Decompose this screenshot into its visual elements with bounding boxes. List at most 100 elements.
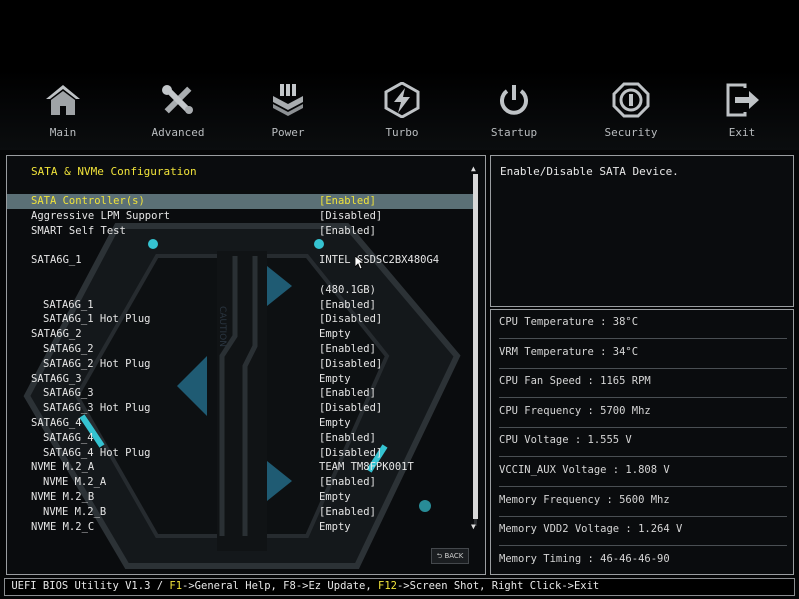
setting-row[interactable]: SATA6G_1 INTEL SSDSC2BX480G4 bbox=[7, 253, 477, 268]
f1-key-hint[interactable]: F1 bbox=[169, 580, 182, 592]
setting-value[interactable]: [Enabled] bbox=[319, 224, 376, 239]
nav-advanced[interactable]: Advanced bbox=[128, 78, 228, 144]
setting-label: SATA6G_1 bbox=[31, 254, 82, 267]
hw-memory-frequency: Memory Frequency : 5600 Mhz bbox=[499, 490, 787, 517]
setting-value[interactable]: [Enabled] bbox=[319, 386, 376, 401]
setting-value[interactable]: [Disabled] bbox=[319, 357, 382, 372]
hw-cpu-fan-speed: CPU Fan Speed : 1165 RPM bbox=[499, 371, 787, 398]
setting-value: Empty bbox=[319, 490, 351, 503]
setting-row[interactable]: NVME M.2_A TEAM TM8FPK001T bbox=[7, 460, 477, 475]
nav-security[interactable]: Security bbox=[581, 78, 681, 144]
setting-label: Aggressive LPM Support bbox=[31, 209, 171, 222]
setting-row[interactable]: SATA6G_4 Hot Plug [Disabled] bbox=[7, 446, 477, 461]
hw-memory-vdd2-voltage: Memory VDD2 Voltage : 1.264 V bbox=[499, 519, 787, 546]
back-button[interactable]: ⮌ BACK bbox=[431, 548, 469, 564]
status-bar: UEFI BIOS Utility V1.3 / F1->General Hel… bbox=[4, 578, 795, 596]
nav-label-advanced: Advanced bbox=[151, 126, 205, 139]
setting-row[interactable]: SATA6G_4 [Enabled] bbox=[7, 431, 477, 446]
setting-row[interactable]: SATA6G_4 Empty bbox=[7, 416, 477, 431]
power-chip-icon bbox=[273, 84, 303, 116]
settings-panel: CAUTION SATA & NVMe Configuration SATA C… bbox=[6, 155, 486, 575]
setting-value: Empty bbox=[319, 328, 351, 341]
setting-row[interactable]: NVME M.2_C Empty bbox=[7, 520, 477, 535]
setting-row[interactable]: SATA6G_2 [Enabled] bbox=[7, 342, 477, 357]
scroll-up-arrow-icon[interactable]: ▲ bbox=[471, 164, 476, 173]
setting-row[interactable]: NVME M.2_A [Enabled] bbox=[7, 475, 477, 490]
setting-label: NVME M.2_A bbox=[31, 461, 95, 474]
setting-value[interactable]: [Disabled] bbox=[319, 312, 382, 327]
setting-label: SATA6G_1 Hot Plug bbox=[43, 313, 151, 326]
setting-label: NVME M.2_A bbox=[43, 476, 107, 489]
setting-value[interactable]: [Enabled] bbox=[319, 194, 376, 209]
setting-row[interactable]: SMART Self Test [Enabled] bbox=[7, 224, 477, 239]
nav-power[interactable]: Power bbox=[238, 78, 338, 144]
hw-memory-timing: Memory Timing : 46-46-46-90 bbox=[499, 553, 670, 565]
setting-row[interactable]: NVME M.2_B [Enabled] bbox=[7, 505, 477, 520]
nav-label-main: Main bbox=[49, 126, 77, 139]
f12-key-hint[interactable]: F12 bbox=[378, 580, 397, 592]
help-panel: Enable/Disable SATA Device. bbox=[490, 155, 794, 307]
nav-startup[interactable]: Startup bbox=[464, 78, 564, 144]
setting-label: NVME M.2_B bbox=[31, 490, 95, 503]
setting-value: INTEL SSDSC2BX480G4 bbox=[319, 254, 440, 267]
setting-label: SATA6G_2 bbox=[43, 342, 94, 355]
hw-cpu-temperature: CPU Temperature : 38°C bbox=[499, 312, 787, 339]
setting-value[interactable]: [Disabled] bbox=[319, 401, 382, 416]
setting-label: SATA6G_3 bbox=[31, 372, 82, 385]
setting-row[interactable]: SATA Controller(s) [Enabled] bbox=[7, 194, 477, 209]
setting-row[interactable]: SATA6G_2 Empty bbox=[7, 327, 477, 342]
hw-vccin-aux-voltage: VCCIN_AUX Voltage : 1.808 V bbox=[499, 460, 787, 487]
setting-row[interactable]: SATA6G_3 [Enabled] bbox=[7, 386, 477, 401]
setting-label: SMART Self Test bbox=[31, 224, 126, 237]
setting-row[interactable]: SATA6G_3 Empty bbox=[7, 372, 477, 387]
main-navigation: Main Advanced Power Turbo Startup Securi… bbox=[0, 78, 799, 148]
power-button-icon bbox=[500, 85, 528, 115]
setting-value: Empty bbox=[319, 372, 351, 385]
nav-exit[interactable]: Exit bbox=[692, 78, 792, 144]
setting-label: NVME M.2_C bbox=[31, 520, 95, 533]
scroll-down-arrow-icon[interactable]: ▼ bbox=[471, 522, 476, 531]
back-label: BACK bbox=[444, 552, 464, 560]
setting-label: SATA6G_1 bbox=[43, 298, 94, 311]
setting-value[interactable]: [Enabled] bbox=[319, 431, 376, 446]
setting-row[interactable]: SATA6G_1 Hot Plug [Disabled] bbox=[7, 312, 477, 327]
shield-icon bbox=[612, 82, 650, 118]
home-icon bbox=[46, 85, 80, 115]
exit-icon bbox=[726, 83, 759, 117]
setting-label: SATA6G_3 Hot Plug bbox=[43, 402, 151, 415]
scrollbar-thumb[interactable] bbox=[473, 174, 478, 519]
back-arrow-icon: ⮌ bbox=[436, 552, 443, 560]
setting-row[interactable]: SATA6G_1 [Enabled] bbox=[7, 298, 477, 313]
setting-value: TEAM TM8FPK001T bbox=[319, 461, 414, 474]
setting-label: SATA6G_4 bbox=[43, 431, 94, 444]
setting-value[interactable]: [Enabled] bbox=[319, 298, 376, 313]
setting-row[interactable]: NVME M.2_B Empty bbox=[7, 490, 477, 505]
setting-value: Empty bbox=[319, 520, 351, 533]
status-middle: ->General Help, F8->Ez Update, bbox=[182, 580, 378, 592]
nav-turbo[interactable]: Turbo bbox=[352, 78, 452, 144]
setting-value[interactable]: [Disabled] bbox=[319, 209, 382, 224]
nav-label-exit: Exit bbox=[728, 126, 756, 139]
setting-value[interactable]: [Disabled] bbox=[319, 446, 382, 461]
status-suffix: ->Screen Shot, Right Click->Exit bbox=[396, 580, 600, 592]
nav-label-startup: Startup bbox=[490, 126, 538, 139]
hw-cpu-frequency: CPU Frequency : 5700 Mhz bbox=[499, 401, 787, 428]
nav-main[interactable]: Main bbox=[13, 78, 113, 144]
status-prefix: UEFI BIOS Utility V1.3 / bbox=[5, 580, 170, 592]
hw-vrm-temperature: VRM Temperature : 34°C bbox=[499, 342, 787, 369]
setting-value[interactable]: [Enabled] bbox=[319, 475, 376, 490]
nav-label-turbo: Turbo bbox=[385, 126, 419, 139]
setting-label: SATA6G_4 Hot Plug bbox=[43, 446, 151, 459]
setting-label: SATA6G_4 bbox=[31, 416, 82, 429]
setting-row[interactable]: Aggressive LPM Support [Disabled] bbox=[7, 209, 477, 224]
setting-row[interactable]: SATA6G_2 Hot Plug [Disabled] bbox=[7, 357, 477, 372]
setting-value: (480.1GB) bbox=[319, 283, 376, 296]
setting-value[interactable]: [Enabled] bbox=[319, 505, 376, 520]
setting-row[interactable]: SATA6G_3 Hot Plug [Disabled] bbox=[7, 401, 477, 416]
setting-label: SATA6G_2 Hot Plug bbox=[43, 357, 151, 370]
hw-cpu-voltage: CPU Voltage : 1.555 V bbox=[499, 430, 787, 457]
setting-label: SATA6G_3 bbox=[43, 387, 94, 400]
blank-row bbox=[7, 268, 477, 283]
setting-value[interactable]: [Enabled] bbox=[319, 342, 376, 357]
nav-label-power: Power bbox=[271, 126, 305, 139]
